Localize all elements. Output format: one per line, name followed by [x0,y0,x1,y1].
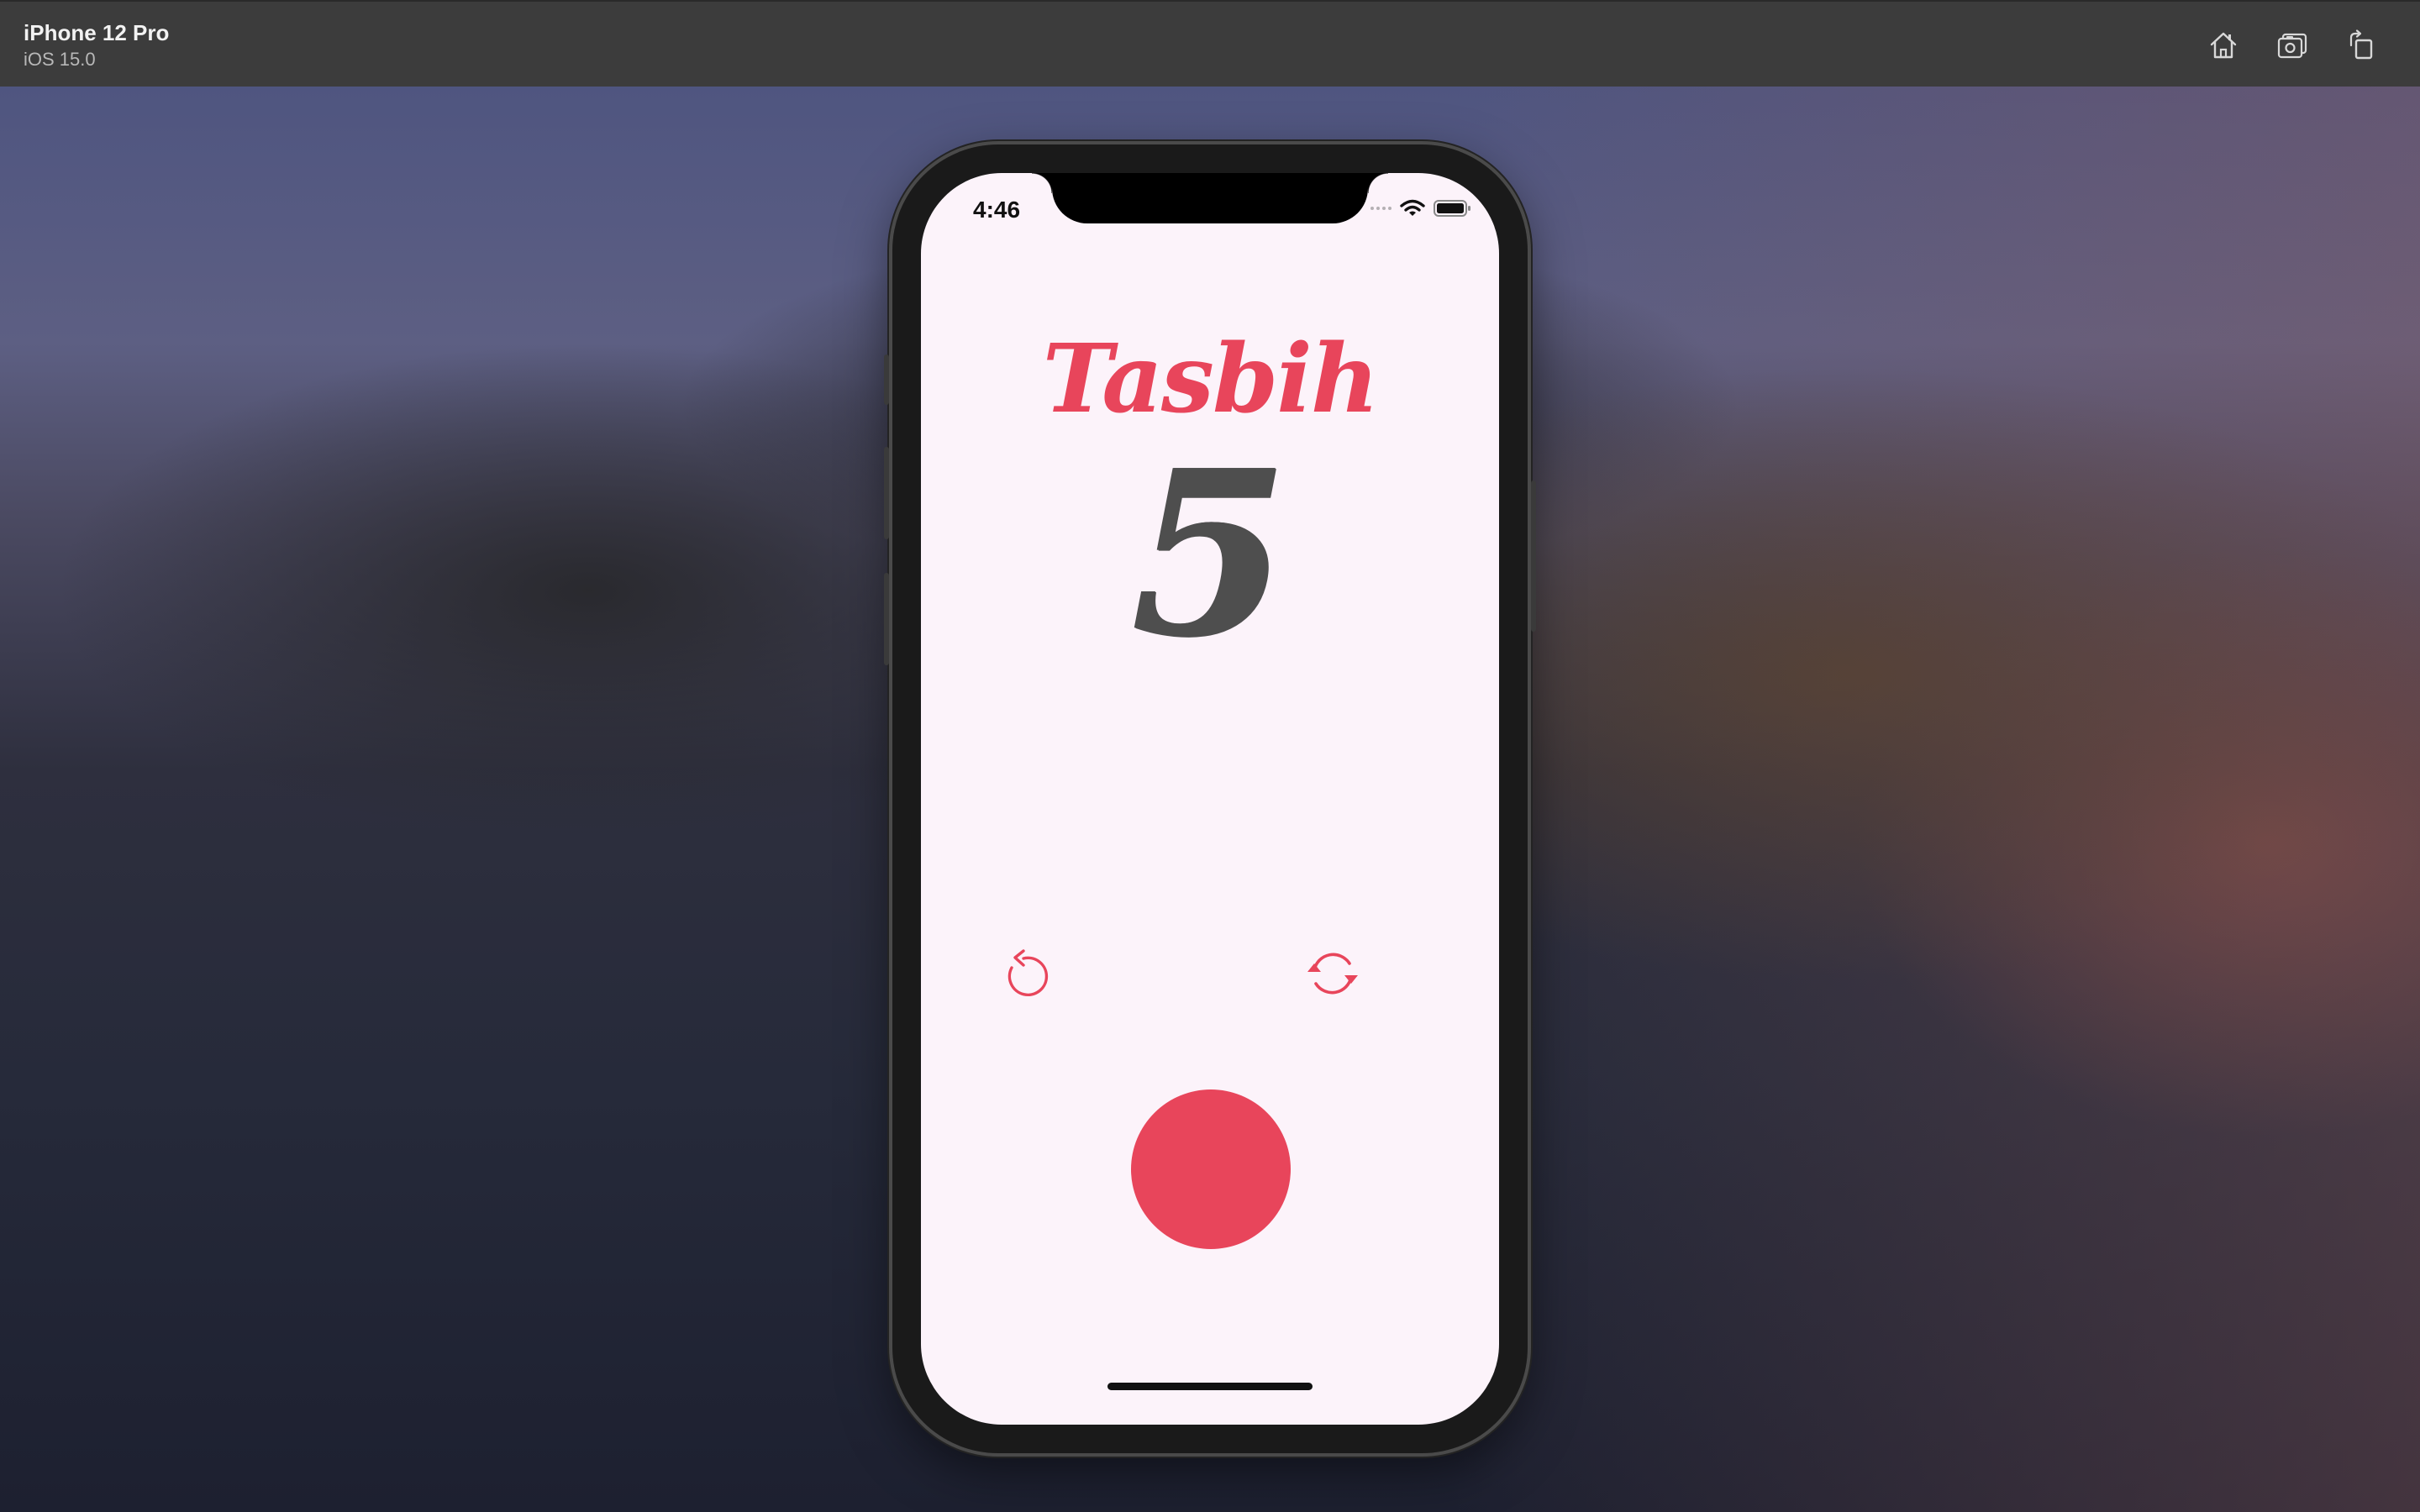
status-icons [1370,198,1472,218]
silent-switch [884,354,889,405]
undo-button[interactable] [992,942,1059,1009]
count-display: 5 [1131,420,1289,687]
wifi-icon [1400,199,1425,216]
volume-up-button [884,447,889,539]
rotate-icon [2349,29,2373,60]
app-title: Tasbih [1042,324,1380,434]
screenshot-button[interactable] [2272,25,2312,66]
side-power-button [1531,480,1536,632]
home-indicator [1107,1383,1313,1390]
os-version: iOS 15.0 [24,49,96,70]
reset-button[interactable] [1299,940,1366,1007]
home-icon [2210,32,2237,59]
device-name: iPhone 12 Pro [24,20,170,45]
volume-down-button [884,573,889,665]
iphone-device-frame: 4:46 Tasbih 5 [884,144,1536,1453]
rotate-button[interactable] [2341,25,2381,66]
home-button[interactable] [2203,25,2244,66]
status-time: 4:46 [973,197,1021,223]
refresh-icon [1307,953,1358,995]
count-tap-button[interactable] [1131,1089,1291,1249]
simulator-title-bar: iPhone 12 Pro iOS 15.0 [0,0,2420,87]
app-screen: 4:46 Tasbih 5 [921,173,1499,1425]
battery-icon [1434,200,1470,217]
notch [1032,173,1388,223]
undo-arrow-icon [1007,949,1049,996]
cellular-dots-icon [1370,207,1392,210]
screenshot-icon [2277,33,2307,59]
